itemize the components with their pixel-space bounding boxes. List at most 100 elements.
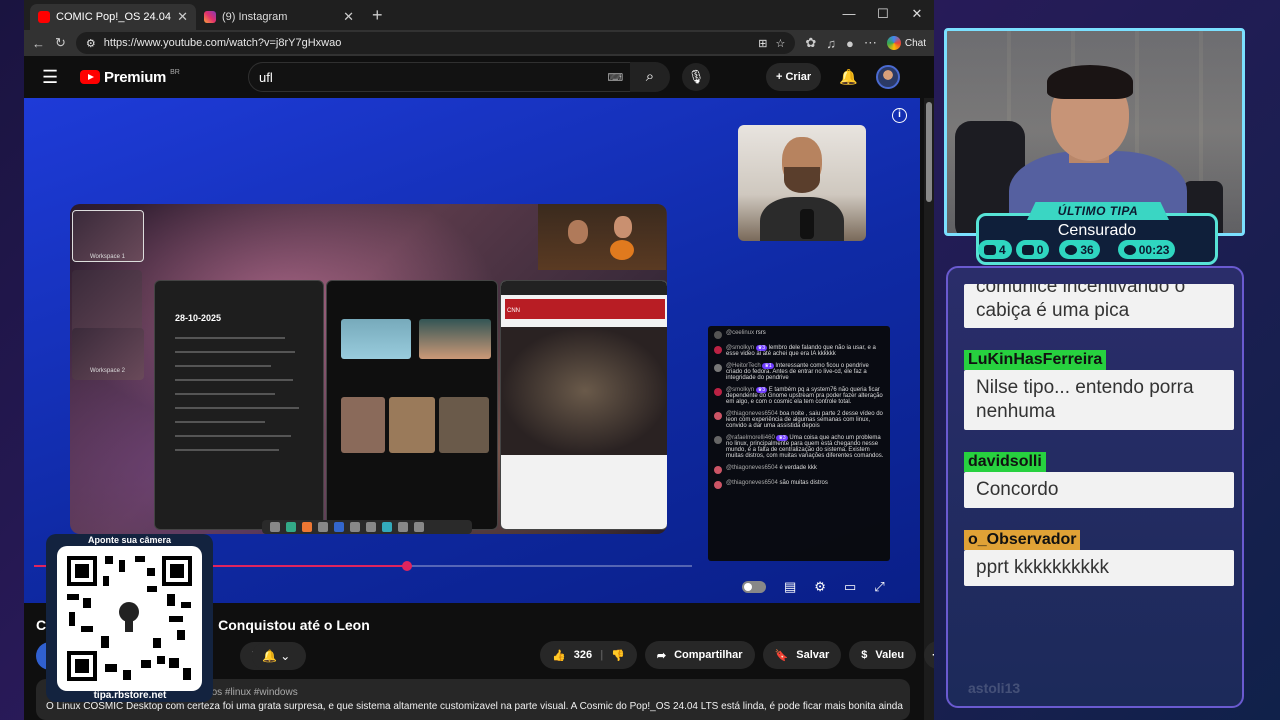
autoplay-toggle[interactable] [742, 581, 766, 593]
subscription-bell-button[interactable]: 🔔 ⌄ [252, 642, 306, 670]
save-button[interactable]: 🔖 Salvar [762, 641, 842, 669]
chat-message: @rafaelmorelli460 ♛3 Uma coisa que acho … [714, 435, 884, 459]
last-tip-name: Censurado [1057, 222, 1137, 239]
minimize-icon[interactable]: — [832, 0, 866, 30]
thanks-button[interactable]: $ Valeu [849, 641, 917, 669]
chat-icon [984, 244, 996, 255]
browser-toolbar: ← ↻ ⚙ https://www.youtube.com/watch?v=j8… [24, 30, 934, 56]
voice-search-icon[interactable]: 🎙 [682, 63, 710, 91]
tab-title: (9) Instagram [222, 11, 288, 23]
maximize-icon[interactable]: ☐ [866, 0, 900, 30]
share-icon: ➦ [656, 649, 667, 662]
settings-gear-icon[interactable]: ⚙ [814, 579, 826, 595]
like-button[interactable]: 👍 326 | 👎 [540, 641, 637, 669]
dislike-icon[interactable]: 👎 [611, 649, 625, 662]
more-menu-icon[interactable]: ⋯ [864, 35, 877, 51]
qr-code [57, 546, 202, 691]
copilot-chat-button[interactable]: Chat [886, 36, 926, 50]
tab-youtube[interactable]: COMIC Pop!_OS 24.04 LTS Conquistou ✕ [30, 4, 196, 30]
tab-title: COMIC Pop!_OS 24.04 LTS Conquistou [56, 11, 171, 23]
chat-message: @smolkyn ♛3 E também pq a system76 não q… [714, 387, 884, 405]
link-icon [1065, 244, 1078, 255]
bookmark-icon: 🔖 [774, 649, 789, 662]
close-tab-icon[interactable]: ✕ [343, 9, 354, 25]
stream-chat-panel: comunice incentivando o cabiça é uma pic… [946, 266, 1244, 708]
fullscreen-icon[interactable]: ⤢ [874, 579, 884, 595]
close-tab-icon[interactable]: ✕ [177, 9, 188, 25]
site-info-icon[interactable]: ⚙ [86, 37, 96, 50]
notes-window: 28-10-2025 [154, 280, 324, 530]
info-icon[interactable]: i [892, 108, 907, 123]
close-window-icon[interactable]: ✕ [900, 0, 934, 30]
back-icon[interactable]: ← [32, 36, 45, 51]
thanks-label: Valeu [875, 649, 905, 661]
account-avatar[interactable] [876, 65, 900, 89]
share-button[interactable]: ➦ Compartilhar [644, 641, 755, 669]
extensions-icon[interactable]: ✿ [805, 35, 816, 51]
video-facecam [738, 125, 866, 241]
logo-text: Premium [104, 68, 167, 86]
chat-message-text: comunice incentivando o cabiça é uma pic… [964, 284, 1234, 328]
workspace-label: Workspace 1 [90, 254, 125, 260]
keyboard-icon[interactable]: ⌨ [607, 71, 623, 84]
chat-message-text: Concordo [964, 472, 1234, 508]
stream-stats: 4 0 36 00:23 [978, 240, 1176, 259]
music-icon[interactable]: ♫ [826, 36, 836, 51]
video-actions: 👍 326 | 👎 ➦ Compartilhar 🔖 Salvar $ Vale… [540, 641, 934, 669]
share-label: Compartilhar [674, 649, 743, 661]
stat-chat: 4 [978, 240, 1012, 259]
qr-top-label: Aponte sua câmera [87, 535, 172, 545]
tab-bar: COMIC Pop!_OS 24.04 LTS Conquistou ✕ (9)… [24, 0, 934, 30]
chat-message: @ceelinux rsrs [714, 330, 884, 339]
instagram-favicon-icon [204, 11, 216, 23]
chat-message: @thiagoneves6504 boa noite , saiu parte … [714, 411, 884, 429]
cnn-label: CNN [507, 308, 520, 314]
chat-message: @HeitorTech ♛1 Interessante como ficou o… [714, 363, 884, 381]
url-text: https://www.youtube.com/watch?v=j8rY7gHx… [103, 37, 342, 49]
qr-bottom-label: tipa.rbstore.net [93, 690, 167, 701]
last-tip-label: ÚLTIMO TIPA [1027, 202, 1169, 220]
chat-username: LuKinHasFerreira [964, 350, 1107, 370]
youtube-header: ☰ Premium BR ufl ⌨ ✕ ⌕ 🎙 + Criar 🔔 [24, 56, 934, 98]
notifications-icon[interactable]: 🔔 [839, 68, 858, 86]
workspace-column: Workspace 1 Workspace 2 [70, 204, 146, 534]
chat-message-text: pprt kkkkkkkkkk [964, 550, 1234, 586]
like-count: 326 [573, 649, 593, 661]
watermark: astoli13 [968, 680, 1021, 696]
thanks-icon: $ [861, 649, 868, 661]
chat-message-text: Nilse tipo... entendo porra nenhuma [964, 370, 1234, 430]
video-progress-handle[interactable] [402, 561, 412, 571]
search-button[interactable]: ⌕ [630, 62, 670, 92]
favorite-star-icon[interactable]: ☆ [775, 37, 785, 50]
qr-code-overlay: Aponte sua câmera [46, 534, 213, 702]
chat-message: o_Observador pprt kkkkkkkkkk [964, 530, 1234, 586]
cnn-window: CNN [500, 280, 667, 530]
youtube-logo[interactable]: Premium BR [80, 69, 180, 86]
scrollbar-thumb[interactable] [926, 102, 932, 202]
create-button[interactable]: + Criar [766, 63, 822, 91]
player-controls: ▤ ⚙ ▭ ⤢ [742, 579, 885, 595]
desktop-dock [262, 520, 472, 534]
new-tab-icon[interactable]: + [372, 5, 383, 26]
subtitles-icon[interactable]: ▤ [784, 579, 796, 595]
video-player[interactable]: i Workspace 1 Workspace 2 28-10-2025 CNN… [24, 98, 920, 603]
tab-instagram[interactable]: (9) Instagram ✕ [196, 4, 362, 30]
reload-icon[interactable]: ↻ [55, 35, 66, 51]
more-actions-button[interactable]: ⋯ [924, 641, 934, 669]
chat-button-label: Chat [904, 37, 926, 49]
band-camera-view [538, 204, 666, 270]
stat-youtube: 0 [1015, 240, 1050, 259]
profile-icon[interactable]: ● [846, 36, 854, 51]
menu-icon[interactable]: ☰ [42, 67, 66, 88]
stat-timer: 00:23 [1117, 240, 1176, 259]
chat-username: o_Observador [964, 530, 1081, 550]
chat-message: @thiagoneves6504 é verdade kkk [714, 465, 884, 474]
search-input[interactable]: ufl ⌨ ✕ [248, 62, 656, 92]
address-bar[interactable]: ⚙ https://www.youtube.com/watch?v=j8rY7g… [75, 32, 796, 54]
theater-mode-icon[interactable]: ▭ [844, 579, 856, 595]
apps-icon[interactable]: ⊞ [758, 37, 767, 50]
video-desktop-screenshot: Workspace 1 Workspace 2 28-10-2025 CNN [70, 204, 667, 534]
youtube-window [326, 280, 498, 530]
create-label: Criar [785, 71, 812, 83]
description-text: O Linux COSMIC Desktop com certeza foi u… [46, 701, 903, 712]
